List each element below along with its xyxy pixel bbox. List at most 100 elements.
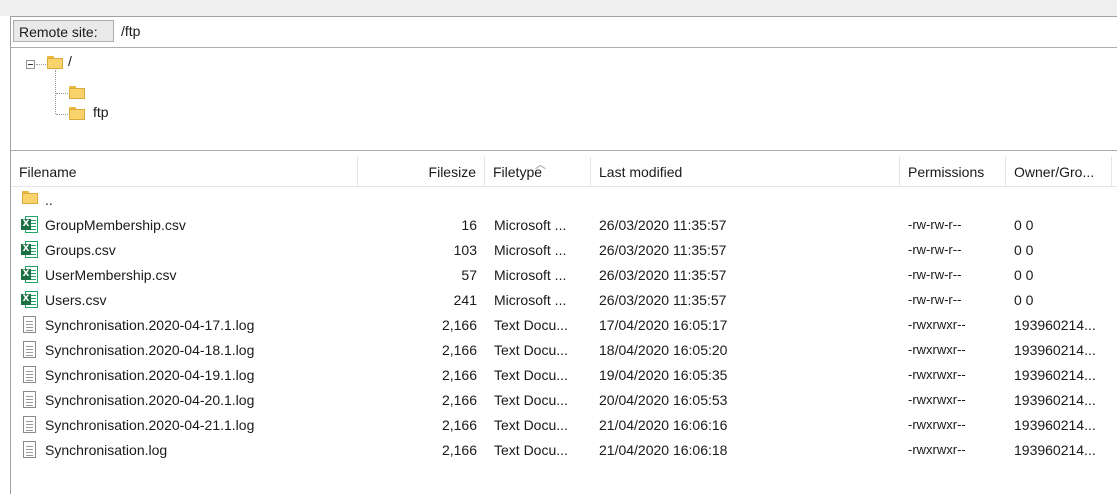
- file-type: Microsoft ...: [494, 242, 567, 258]
- file-name: ..: [45, 192, 53, 208]
- folder-icon[interactable]: [69, 107, 85, 120]
- excel-csv-icon: X: [21, 241, 38, 258]
- table-row[interactable]: X Groups.csv 103 Microsoft ... 26/03/202…: [11, 237, 1117, 262]
- file-name: Groups.csv: [45, 242, 116, 258]
- file-owner: 193960214...: [1014, 317, 1096, 333]
- file-type: Microsoft ...: [494, 267, 567, 283]
- file-last-modified: 20/04/2020 16:05:53: [599, 392, 728, 408]
- file-type: Text Docu...: [494, 417, 568, 433]
- file-name: Synchronisation.log: [45, 442, 168, 458]
- table-row[interactable]: Synchronisation.2020-04-19.1.log 2,166 T…: [11, 362, 1117, 387]
- file-last-modified: 21/04/2020 16:06:16: [599, 417, 728, 433]
- text-document-icon: [23, 391, 36, 408]
- folder-icon[interactable]: [69, 86, 85, 99]
- file-size: 16: [461, 217, 477, 233]
- remote-site-label: Remote site:: [13, 20, 114, 42]
- file-name: GroupMembership.csv: [45, 217, 186, 233]
- excel-csv-icon: X: [21, 266, 38, 283]
- file-owner: 193960214...: [1014, 392, 1096, 408]
- file-size: 103: [453, 242, 477, 258]
- file-permissions: -rw-rw-r--: [908, 242, 962, 257]
- file-last-modified: 21/04/2020 16:06:18: [599, 442, 728, 458]
- table-row[interactable]: Synchronisation.log 2,166 Text Docu... 2…: [11, 437, 1117, 462]
- tree-connector: [36, 64, 46, 65]
- file-last-modified: 19/04/2020 16:05:35: [599, 367, 728, 383]
- file-last-modified: 17/04/2020 16:05:17: [599, 317, 728, 333]
- file-owner: 0 0: [1014, 242, 1034, 258]
- table-row[interactable]: X GroupMembership.csv 16 Microsoft ... 2…: [11, 212, 1117, 237]
- text-document-icon: [23, 416, 36, 433]
- table-row[interactable]: ..: [11, 187, 1117, 212]
- file-type: Text Docu...: [494, 392, 568, 408]
- table-row[interactable]: Synchronisation.2020-04-17.1.log 2,166 T…: [11, 312, 1117, 337]
- file-list-header: Filename Filesize Filetype ︿ Last modifi…: [11, 157, 1117, 187]
- sort-ascending-icon: ︿: [535, 159, 546, 171]
- tree-item-ftp[interactable]: ftp: [93, 104, 109, 120]
- file-name: UserMembership.csv: [45, 267, 177, 283]
- file-permissions: -rwxrwxr--: [908, 442, 966, 457]
- table-row[interactable]: X Users.csv 241 Microsoft ... 26/03/2020…: [11, 287, 1117, 312]
- file-last-modified: 26/03/2020 11:35:57: [599, 267, 727, 283]
- file-type: Text Docu...: [494, 367, 568, 383]
- file-size: 2,166: [441, 417, 477, 433]
- file-last-modified: 26/03/2020 11:35:57: [599, 242, 727, 258]
- tree-connector: [56, 114, 68, 115]
- file-owner: 0 0: [1014, 267, 1034, 283]
- file-type: Text Docu...: [494, 317, 568, 333]
- table-row[interactable]: Synchronisation.2020-04-20.1.log 2,166 T…: [11, 387, 1117, 412]
- file-size: 2,166: [441, 317, 477, 333]
- column-header-owner-group[interactable]: Owner/Gro...: [1006, 157, 1112, 186]
- remote-site-bar: Remote site:: [11, 17, 1117, 48]
- tree-connector: [55, 70, 56, 114]
- file-last-modified: 18/04/2020 16:05:20: [599, 342, 728, 358]
- file-name: Synchronisation.2020-04-21.1.log: [45, 417, 255, 433]
- file-permissions: -rw-rw-r--: [908, 217, 962, 232]
- tree-divider: [11, 150, 1117, 151]
- text-document-icon: [23, 316, 36, 333]
- excel-csv-icon: X: [21, 291, 38, 308]
- file-last-modified: 26/03/2020 11:35:57: [599, 217, 727, 233]
- file-owner: 193960214...: [1014, 342, 1096, 358]
- column-header-permissions[interactable]: Permissions: [900, 157, 1006, 186]
- file-type: Microsoft ...: [494, 217, 567, 233]
- table-row[interactable]: Synchronisation.2020-04-21.1.log 2,166 T…: [11, 412, 1117, 437]
- file-type: Text Docu...: [494, 442, 568, 458]
- file-name: Synchronisation.2020-04-18.1.log: [45, 342, 255, 358]
- text-document-icon: [23, 341, 36, 358]
- file-owner: 193960214...: [1014, 417, 1096, 433]
- column-header-filesize[interactable]: Filesize: [358, 157, 485, 186]
- file-name: Synchronisation.2020-04-19.1.log: [45, 367, 255, 383]
- folder-icon: [22, 191, 38, 204]
- file-last-modified: 26/03/2020 11:35:57: [599, 292, 727, 308]
- file-owner: 193960214...: [1014, 367, 1096, 383]
- remote-site-path-input[interactable]: [117, 20, 1117, 42]
- file-name: Users.csv: [45, 292, 107, 308]
- collapse-icon[interactable]: [26, 60, 35, 69]
- text-document-icon: [23, 366, 36, 383]
- remote-pane: Remote site: / ftp Filename Filesize Fil…: [10, 16, 1117, 494]
- remote-directory-tree: / ftp: [11, 48, 1117, 148]
- tree-connector: [56, 93, 68, 94]
- file-name: Synchronisation.2020-04-20.1.log: [45, 392, 255, 408]
- file-permissions: -rwxrwxr--: [908, 317, 966, 332]
- file-permissions: -rw-rw-r--: [908, 267, 962, 282]
- file-owner: 0 0: [1014, 292, 1034, 308]
- tree-root-label[interactable]: /: [68, 53, 72, 69]
- file-permissions: -rwxrwxr--: [908, 367, 966, 382]
- excel-csv-icon: X: [21, 216, 38, 233]
- column-header-filename[interactable]: Filename: [11, 157, 358, 186]
- table-row[interactable]: Synchronisation.2020-04-18.1.log 2,166 T…: [11, 337, 1117, 362]
- top-strip: [0, 0, 1117, 16]
- column-header-last-modified[interactable]: Last modified: [591, 157, 900, 186]
- file-size: 2,166: [441, 442, 477, 458]
- file-name: Synchronisation.2020-04-17.1.log: [45, 317, 255, 333]
- file-size: 2,166: [441, 392, 477, 408]
- folder-icon: [47, 56, 63, 69]
- file-size: 2,166: [441, 342, 477, 358]
- file-permissions: -rw-rw-r--: [908, 292, 962, 307]
- table-row[interactable]: X UserMembership.csv 57 Microsoft ... 26…: [11, 262, 1117, 287]
- file-permissions: -rwxrwxr--: [908, 392, 966, 407]
- file-type: Text Docu...: [494, 342, 568, 358]
- file-size: 241: [453, 292, 477, 308]
- text-document-icon: [23, 441, 36, 458]
